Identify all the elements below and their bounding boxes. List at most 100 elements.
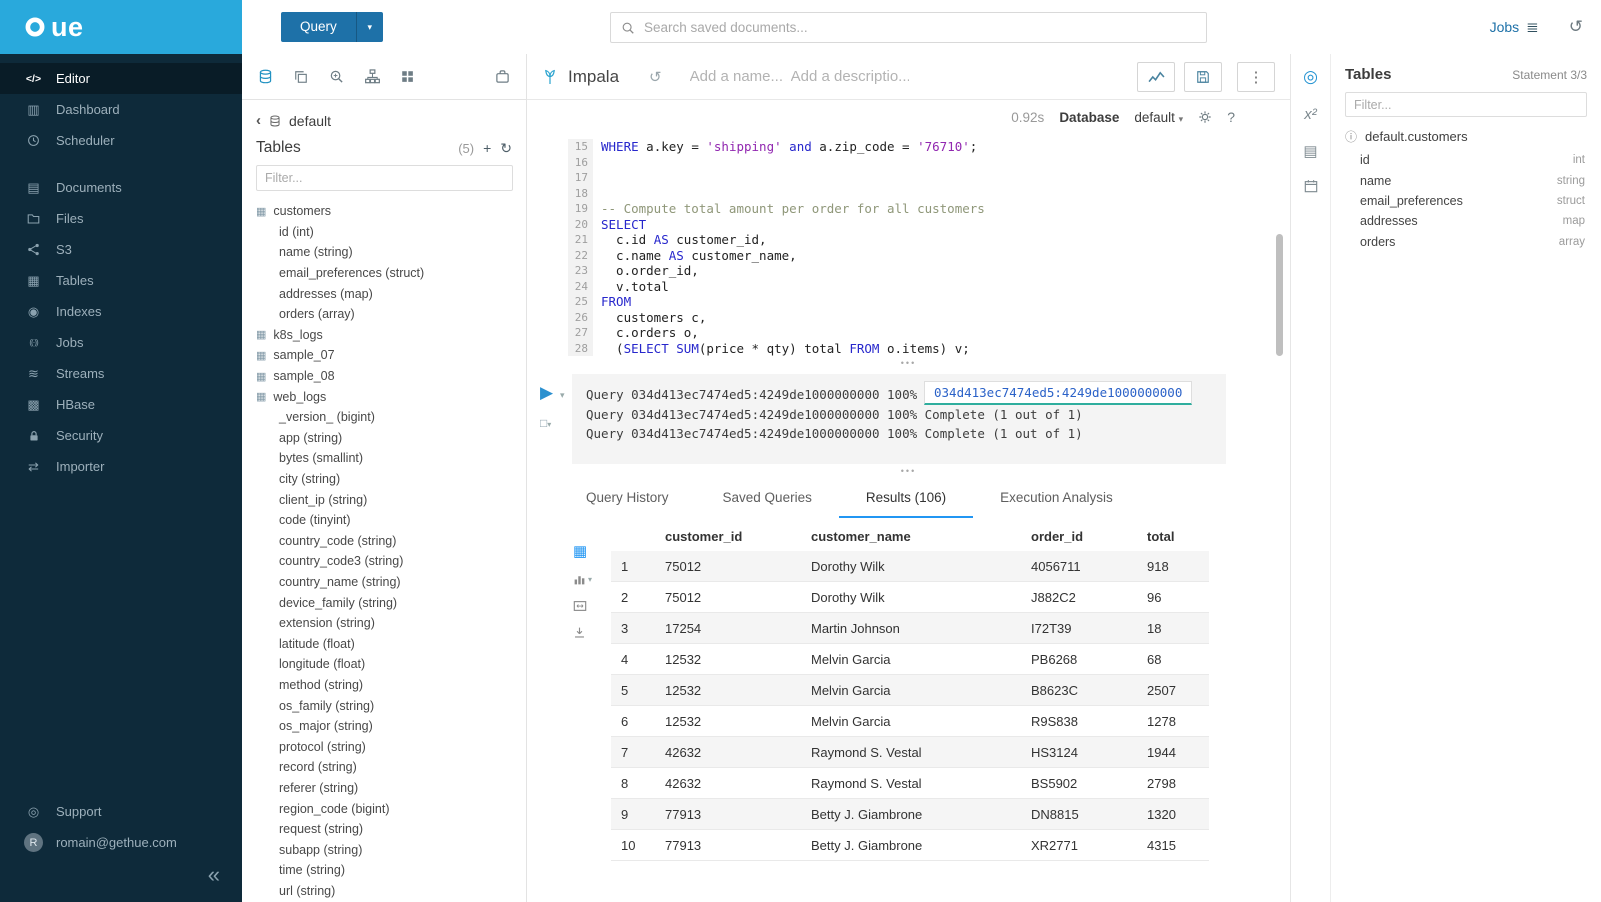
assist-column-request[interactable]: request (string) (242, 819, 526, 840)
tab-execution-analysis[interactable]: Execution Analysis (973, 490, 1140, 518)
chart-view-caret-icon[interactable]: ▾ (588, 575, 592, 584)
assist-column-version[interactable]: _version_ (bigint) (242, 407, 526, 428)
column-header-customer-name[interactable]: customer_name (801, 524, 1021, 551)
language-reference-icon[interactable]: ▤ (1303, 142, 1317, 160)
code-line[interactable]: 28 (SELECT SUM(price * qty) total FROM o… (527, 341, 1290, 357)
assist-column-os-family[interactable]: os_family (string) (242, 695, 526, 716)
sidebar-item-security[interactable]: Security (0, 420, 242, 451)
assist-column-os-major[interactable]: os_major (string) (242, 716, 526, 737)
database-name[interactable]: default (289, 113, 331, 129)
assist-column-url[interactable]: url (string) (242, 881, 526, 902)
collapse-sidebar-button[interactable]: « (208, 864, 220, 886)
assistant-icon[interactable]: ◎ (1303, 67, 1318, 87)
resize-handle-bottom[interactable]: ••• (527, 464, 1290, 480)
assist-column-country-code[interactable]: country_code (string) (242, 531, 526, 552)
documents-source-icon[interactable] (294, 70, 308, 84)
assist-column-longitude[interactable]: longitude (float) (242, 654, 526, 675)
sidebar-item-indexes[interactable]: ◉Indexes (0, 296, 242, 327)
assist-table-web-logs[interactable]: ▦web_logs (242, 386, 526, 407)
assist-column-country-name[interactable]: country_name (string) (242, 572, 526, 593)
assist-column-method[interactable]: method (string) (242, 675, 526, 696)
sitemap-icon[interactable] (365, 69, 380, 84)
right-panel-column-email-preferences[interactable]: email_preferencesstruct (1345, 191, 1587, 211)
run-options-caret-icon[interactable]: ▾ (560, 390, 565, 401)
chart-button[interactable] (1137, 62, 1175, 92)
assist-column-id[interactable]: id (int) (242, 222, 526, 243)
assist-column-app[interactable]: app (string) (242, 428, 526, 449)
statement-selector-icon[interactable]: □▾ (540, 416, 551, 430)
sidebar-item-documents[interactable]: ▤Documents (0, 172, 242, 203)
assist-column-email-preferences[interactable]: email_preferences (struct) (242, 263, 526, 284)
help-icon[interactable]: ? (1227, 109, 1235, 125)
code-line[interactable]: 18 (527, 186, 1290, 202)
query-description-input[interactable] (791, 68, 909, 85)
code-line[interactable]: 20SELECT (527, 217, 1290, 233)
assist-table-sample-07[interactable]: ▦sample_07 (242, 345, 526, 366)
right-panel-column-name[interactable]: namestring (1345, 170, 1587, 190)
assist-column-bytes[interactable]: bytes (smallint) (242, 448, 526, 469)
history-icon[interactable]: ↺ (1569, 17, 1583, 37)
sidebar-item-files[interactable]: Files (0, 203, 242, 234)
more-actions-button[interactable]: ⋮ (1237, 62, 1275, 92)
assist-column-client-ip[interactable]: client_ip (string) (242, 489, 526, 510)
editor-scrollbar[interactable] (1276, 234, 1283, 356)
table-row[interactable]: 317254Martin JohnsonI72T3918 (611, 613, 1209, 644)
table-row[interactable]: 175012Dorothy Wilk4056711918 (611, 551, 1209, 582)
code-line[interactable]: 17 (527, 170, 1290, 186)
sidebar-item-streams[interactable]: ≋Streams (0, 358, 242, 389)
sidebar-item-support[interactable]: ◎ Support (0, 796, 242, 827)
code-line[interactable]: 24 v.total (527, 279, 1290, 295)
resize-handle-top[interactable]: ••• (527, 356, 1290, 372)
table-row[interactable]: 977913Betty J. GiambroneDN88151320 (611, 799, 1209, 830)
sidebar-user[interactable]: R romain@gethue.com (0, 827, 242, 858)
sidebar-item-importer[interactable]: ⇄Importer (0, 451, 242, 482)
sidebar-item-hbase[interactable]: ▩HBase (0, 389, 242, 420)
code-line[interactable]: 15WHERE a.key = 'shipping' and a.zip_cod… (527, 139, 1290, 155)
code-line[interactable]: 25FROM (527, 294, 1290, 310)
assist-table-customers[interactable]: ▦customers (242, 201, 526, 222)
table-row[interactable]: 275012Dorothy WilkJ882C296 (611, 582, 1209, 613)
briefcase-icon[interactable] (495, 69, 510, 84)
assist-column-code[interactable]: code (tinyint) (242, 510, 526, 531)
grid-view-icon[interactable]: ▦ (573, 542, 587, 560)
assist-column-record[interactable]: record (string) (242, 757, 526, 778)
code-line[interactable]: 16 (527, 155, 1290, 171)
code-line[interactable]: 22 c.name AS customer_name, (527, 248, 1290, 264)
query-id-tooltip[interactable]: 034d413ec7474ed5:4249de1000000000 (924, 381, 1192, 405)
column-header-order-id[interactable]: order_id (1021, 524, 1137, 551)
right-panel-filter-input[interactable] (1345, 92, 1587, 117)
assist-column-orders[interactable]: orders (array) (242, 304, 526, 325)
assist-column-latitude[interactable]: latitude (float) (242, 633, 526, 654)
jobs-link[interactable]: Jobs ≣ (1490, 18, 1539, 36)
table-row[interactable]: 412532Melvin GarciaPB626868 (611, 644, 1209, 675)
assist-column-region-code[interactable]: region_code (bigint) (242, 798, 526, 819)
assist-column-time[interactable]: time (string) (242, 860, 526, 881)
expand-results-icon[interactable] (573, 599, 587, 613)
right-panel-column-orders[interactable]: ordersarray (1345, 232, 1587, 252)
table-row[interactable]: 1077913Betty J. GiambroneXR27714315 (611, 830, 1209, 861)
query-name-input[interactable] (690, 68, 785, 85)
download-icon[interactable] (573, 626, 586, 639)
assist-column-name[interactable]: name (string) (242, 242, 526, 263)
search-input[interactable] (644, 20, 1196, 35)
functions-icon[interactable]: x² (1304, 106, 1317, 123)
sidebar-item-tables[interactable]: ▦Tables (0, 265, 242, 296)
run-query-button[interactable]: ▶ (540, 384, 553, 401)
apps-grid-icon[interactable] (401, 70, 414, 83)
assist-column-addresses[interactable]: addresses (map) (242, 283, 526, 304)
new-query-button[interactable]: Query ▾ (281, 12, 383, 42)
code-line[interactable]: 21 c.id AS customer_id, (527, 232, 1290, 248)
tab-saved-queries[interactable]: Saved Queries (696, 490, 839, 518)
table-row[interactable]: 612532Melvin GarciaR9S8381278 (611, 706, 1209, 737)
assist-column-protocol[interactable]: protocol (string) (242, 736, 526, 757)
hue-logo[interactable]: ue (0, 0, 242, 54)
table-row[interactable]: 512532Melvin GarciaB8623C2507 (611, 675, 1209, 706)
code-line[interactable]: 19-- Compute total amount per order for … (527, 201, 1290, 217)
zoom-in-icon[interactable] (329, 69, 344, 84)
sidebar-item-editor[interactable]: </>Editor (0, 63, 242, 94)
assist-filter-input[interactable] (256, 165, 513, 191)
query-type-caret-icon[interactable]: ▾ (356, 12, 383, 42)
column-header-total[interactable]: total (1137, 524, 1209, 551)
settings-gear-icon[interactable] (1198, 110, 1212, 124)
table-row[interactable]: 742632Raymond S. VestalHS31241944 (611, 737, 1209, 768)
